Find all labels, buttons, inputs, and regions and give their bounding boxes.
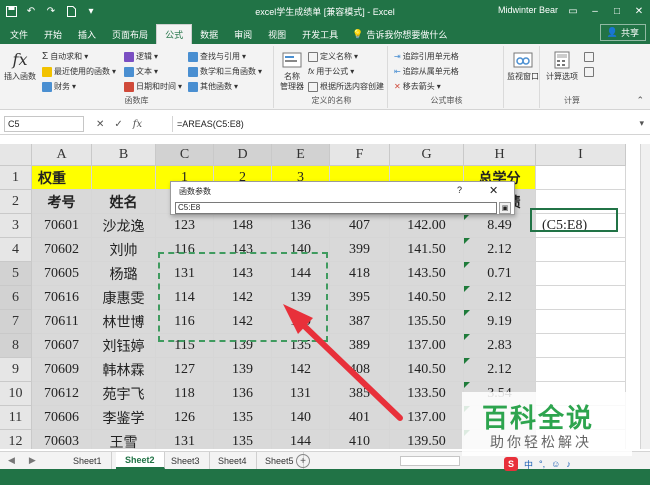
function-arguments-dialog: 函数参数 ? ✕ C5:E8 ▣ [170, 181, 515, 215]
ime-mode-icon[interactable]: 中 [524, 458, 533, 471]
reference-input[interactable]: C5:E8 [175, 202, 497, 214]
watermark: 百科全说 助你轻松解决 [462, 392, 632, 456]
watermark-sub: 助你轻松解决 [490, 435, 592, 451]
help-icon[interactable]: ? [457, 185, 462, 195]
dialog-title: 函数参数 [179, 187, 211, 196]
sogou-icon[interactable]: S [504, 457, 518, 471]
punctuation-icon[interactable]: °, [539, 459, 545, 469]
status-bar [0, 469, 650, 485]
watermark-main: 百科全说 [482, 404, 595, 434]
close-dialog-icon[interactable]: ✕ [489, 184, 498, 197]
sheet-tab-3[interactable]: Sheet3 [162, 452, 210, 469]
sheet-tab-1[interactable]: Sheet1 [64, 452, 112, 469]
add-sheet-button[interactable]: + [296, 454, 310, 468]
sheet-tab-2[interactable]: Sheet2 [116, 452, 165, 469]
next-sheet-icon[interactable]: ▶ [29, 455, 36, 466]
mic-icon[interactable]: ♪ [566, 459, 571, 469]
ime-toolbar: S 中 °, ☺ ♪ [504, 457, 634, 471]
prev-sheet-icon[interactable]: ◀ [8, 455, 15, 466]
expand-dialog-icon[interactable]: ▣ [499, 202, 511, 214]
horizontal-scrollbar[interactable] [400, 456, 460, 466]
emoji-icon[interactable]: ☺ [551, 459, 560, 469]
sheet-tab-4[interactable]: Sheet4 [209, 452, 257, 469]
